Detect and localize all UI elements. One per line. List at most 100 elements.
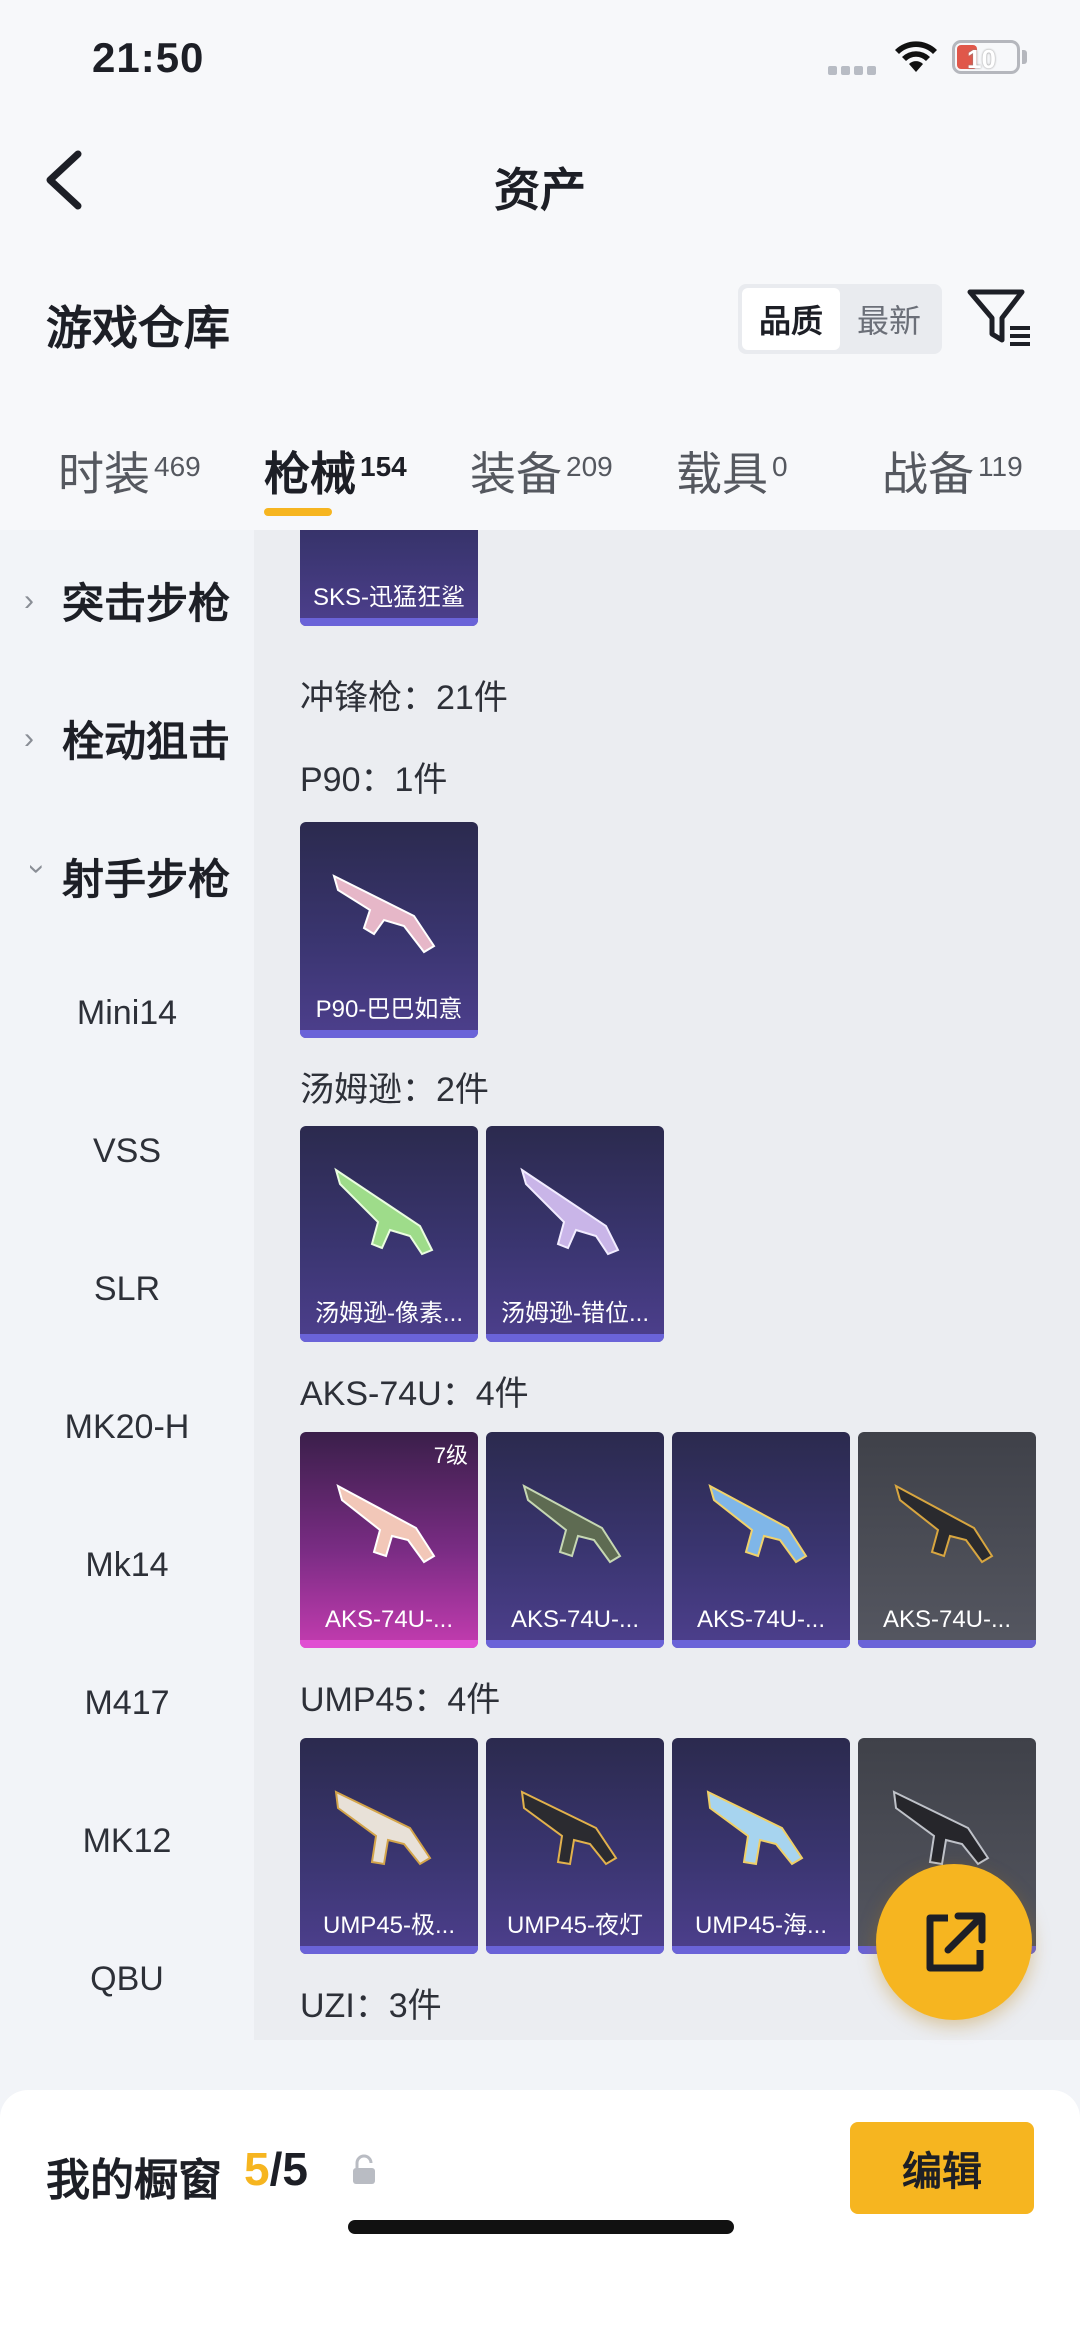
- sort-newest-button[interactable]: 最新: [840, 288, 938, 350]
- tab-count: 469: [154, 451, 201, 482]
- tab-count: 154: [360, 451, 407, 482]
- tab-label: 时装: [58, 448, 150, 500]
- item-name: AKS-74U-...: [510, 1606, 640, 1633]
- battery-level: 10: [967, 44, 996, 74]
- gun-icon: [332, 874, 436, 954]
- tab-count: 119: [978, 451, 1023, 482]
- sidebar-category-bolt-sniper[interactable]: › 栓动狙击: [24, 708, 230, 769]
- sidebar: › 突击步枪 › 栓动狙击 › 射手步枪 Mini14 VSS SLR MK20…: [0, 530, 254, 2040]
- cellular-signal-icon: [828, 62, 884, 75]
- item-card[interactable]: 汤姆逊-像素...: [300, 1126, 478, 1342]
- home-indicator: [348, 2220, 734, 2234]
- item-name: 汤姆逊-错位...: [501, 1300, 649, 1327]
- category-tabs: 时装 469 枪械 154 装备 209 载具 0 战备 119: [0, 410, 1080, 530]
- page-title: 资产: [494, 164, 586, 216]
- gun-icon: [522, 1483, 622, 1564]
- filter-icon[interactable]: [966, 288, 1032, 350]
- item-card[interactable]: AKS-74U-...: [486, 1432, 664, 1648]
- item-name: UMP45-极...: [322, 1912, 456, 1939]
- item-name: AKS-74U-...: [882, 1606, 1012, 1633]
- item-name: AKS-74U-...: [696, 1606, 826, 1633]
- sidebar-category-label: 突击步枪: [62, 580, 231, 627]
- tab-firearms[interactable]: 枪械 154: [264, 438, 407, 504]
- gun-icon: [706, 1790, 804, 1866]
- status-time: 21:50: [92, 34, 205, 81]
- sidebar-category-assault-rifle[interactable]: › 突击步枪: [24, 570, 230, 631]
- item-card[interactable]: UMP45-海...: [672, 1738, 850, 1954]
- chevron-down-icon: ›: [21, 863, 54, 874]
- gun-icon: [334, 1790, 432, 1866]
- battery-tip: [1022, 50, 1027, 64]
- tab-count: 209: [566, 451, 613, 482]
- sidebar-category-marksman[interactable]: › 射手步枪: [21, 846, 231, 907]
- tab-count: 0: [772, 451, 788, 482]
- sidebar-category-label: 栓动狙击: [62, 718, 231, 765]
- gun-icon: [708, 1483, 808, 1564]
- edit-button[interactable]: 编辑: [850, 2122, 1034, 2214]
- gun-icon: [894, 1483, 994, 1564]
- status-bar: 21:50 10: [0, 0, 1080, 120]
- sidebar-item-mk12[interactable]: MK12: [0, 1822, 254, 1861]
- tab-equipment[interactable]: 装备 209: [470, 438, 613, 504]
- showcase-count: 5/5: [244, 2142, 308, 2196]
- item-name: UMP45-海...: [694, 1912, 828, 1939]
- item-name: SKS-迅猛狂鲨: [312, 584, 465, 611]
- wifi-icon: [895, 41, 937, 72]
- showcase-label: 我的橱窗: [46, 2156, 222, 2205]
- tab-label: 枪械: [264, 448, 356, 500]
- item-name: P90-巴巴如意: [315, 996, 463, 1023]
- warehouse-row: 游戏仓库 品质 最新: [0, 240, 1080, 410]
- tab-label: 载具: [676, 448, 768, 500]
- item-card[interactable]: UMP45-夜灯: [486, 1738, 664, 1954]
- showcase-used: 5: [244, 2143, 270, 2195]
- sidebar-item-mk14[interactable]: Mk14: [0, 1546, 254, 1585]
- group-label-thompson: 汤姆逊：2件: [300, 1071, 489, 1109]
- group-label-p90: P90：1件: [300, 761, 448, 799]
- showcase-separator: /: [269, 2143, 283, 2195]
- item-card[interactable]: 7级 AKS-74U-...: [300, 1432, 478, 1648]
- tab-label: 装备: [470, 448, 562, 500]
- gun-icon: [334, 1167, 434, 1256]
- chevron-right-icon: ›: [24, 721, 34, 755]
- header: 资产: [0, 120, 1080, 240]
- sidebar-item-qbu[interactable]: QBU: [0, 1960, 254, 1999]
- share-icon: [926, 1912, 986, 1972]
- showcase-total: 5: [282, 2143, 308, 2195]
- sidebar-item-mini14[interactable]: Mini14: [0, 994, 254, 1033]
- warehouse-title: 游戏仓库: [46, 302, 230, 354]
- sidebar-item-vss[interactable]: VSS: [0, 1132, 254, 1171]
- item-card[interactable]: P90-巴巴如意: [300, 822, 478, 1038]
- tab-supplies[interactable]: 战备 119: [882, 438, 1023, 504]
- group-label-aks74u: AKS-74U：4件: [300, 1375, 529, 1413]
- tab-label: 战备: [882, 448, 974, 500]
- sort-quality-button[interactable]: 品质: [742, 288, 840, 350]
- sidebar-item-slr[interactable]: SLR: [0, 1270, 254, 1309]
- item-name: AKS-74U-...: [324, 1606, 454, 1633]
- item-name: UMP45-夜灯: [506, 1912, 644, 1939]
- item-card[interactable]: AKS-74U-...: [858, 1432, 1036, 1648]
- gun-icon: [336, 1483, 436, 1564]
- tab-vehicles[interactable]: 载具 0: [676, 438, 788, 504]
- sidebar-category-label: 射手步枪: [62, 856, 231, 903]
- group-label-ump45: UMP45：4件: [300, 1681, 501, 1719]
- group-label-smg: 冲锋枪：21件: [300, 679, 508, 717]
- item-card[interactable]: AKS-74U-...: [672, 1432, 850, 1648]
- showcase-bar: 我的橱窗 5/5 编辑: [0, 2090, 1080, 2339]
- share-button[interactable]: [876, 1864, 1032, 2020]
- battery-icon: 10: [952, 40, 1020, 74]
- gun-icon: [520, 1167, 620, 1256]
- sidebar-item-mk20h[interactable]: MK20-H: [0, 1408, 254, 1447]
- item-card[interactable]: UMP45-极...: [300, 1738, 478, 1954]
- item-grid: SKS-迅猛狂鲨 冲锋枪：21件 P90：1件 P90-巴巴如意 汤姆逊：2件 …: [254, 530, 1080, 2040]
- item-card-sks[interactable]: SKS-迅猛狂鲨: [300, 530, 478, 626]
- lock-icon: [353, 2154, 375, 2184]
- chevron-right-icon: ›: [24, 583, 34, 617]
- sidebar-item-m417[interactable]: M417: [0, 1684, 254, 1723]
- item-card[interactable]: 汤姆逊-错位...: [486, 1126, 664, 1342]
- item-name: 汤姆逊-像素...: [315, 1300, 463, 1327]
- active-tab-indicator: [264, 508, 332, 516]
- tab-fashion[interactable]: 时装 469: [58, 438, 201, 504]
- group-label-uzi: UZI：3件: [300, 1987, 442, 2025]
- gun-icon: [520, 1790, 618, 1866]
- sort-toggle: 品质 最新: [738, 284, 942, 354]
